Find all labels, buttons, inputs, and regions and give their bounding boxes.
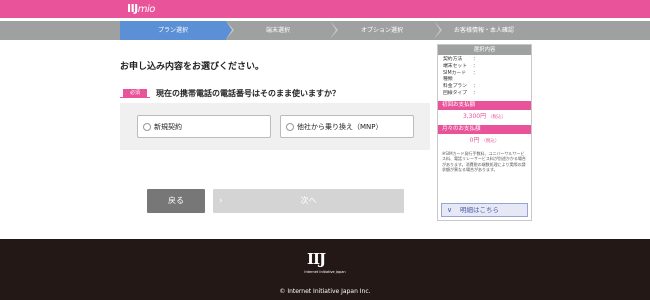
chevron-right-icon: › [219,196,223,206]
step-plan-select: プラン選択 [120,21,234,40]
top-header-bar: IIJmio [0,0,650,18]
iijmio-logo[interactable]: IIJmio [127,2,155,17]
summary-row: 契約方法 ： [443,57,527,64]
summary-row: 回線タイプ ： [443,91,527,98]
step-label: お客様情報・本人確認 [453,27,514,34]
initial-payment-amount: 3,300円 （税込） [438,110,531,125]
step-option-select: オプション選択 [330,21,442,40]
required-underline [120,97,150,98]
step-separator [330,21,336,39]
copyright: © Internet Initiative Japan Inc. [279,288,371,295]
logo-sub-text: mio [137,4,156,15]
option-label: 新規契約 [154,123,182,131]
step-separator [226,21,232,39]
summary-value: ： [473,63,478,69]
summary-key: 回線タイプ [443,90,467,96]
logo-main-text: IIJ [127,2,138,15]
monthly-payment-amount: 0円 （税込） [438,134,531,149]
step-label: プラン選択 [157,27,188,34]
step-customer-info: お客様情報・本人確認 [434,21,534,40]
radio-button[interactable] [143,123,151,131]
radio-button[interactable] [286,123,294,131]
summary-row: SIMカード： [443,71,527,78]
summary-row: 料金プラン ： [443,84,527,91]
summary-list: 契約方法： 端末セット： SIMカード： 種類 料金プラン： 回線タイプ： [438,55,531,98]
summary-value: ： [473,57,478,62]
fee-note: ※SIMカード発行手数料、ユニバーサルサービス料、電話リレーサービス料が別途かか… [442,150,526,173]
details-button[interactable]: ∨ 明細はこちら [441,203,528,217]
question-text: 現在の携帯電話の電話番号はそのまま使いますか？ [156,89,340,98]
next-button[interactable]: › 次へ [213,189,404,213]
step-label: 端末選択 [265,27,290,34]
monthly-amount-value: 0円 [469,136,480,144]
summary-value: ： [473,70,478,76]
progress-steps: プラン選択 端末選択 オプション選択 お客様情報・本人確認 [0,21,650,40]
initial-payment-header: 初回お支払額 [438,100,531,110]
summary-row: 端末セット ： [443,64,527,71]
summary-header: 選択内容 [438,45,531,55]
option-label: 他社から乗り換え（MNP） [297,123,383,131]
summary-key: 契約方法 [443,57,463,62]
summary-key: 料金プラン [443,84,467,90]
back-button[interactable]: 戻る [147,189,205,213]
next-button-label: 次へ [300,196,317,205]
selection-summary-panel: 選択内容 契約方法： 端末セット： SIMカード： 種類 料金プラン： 回線タイ… [437,44,532,221]
footer-logo: IIJ [307,250,326,268]
initial-tax-note: （税込） [488,114,507,120]
question-row: 必須 現在の携帯電話の電話番号はそのまま使いますか？ [120,85,430,103]
details-button-label: 明細はこちら [460,206,499,214]
option-mnp[interactable]: 他社から乗り換え（MNP） [280,115,414,138]
initial-amount-value: 3,300円 [462,112,487,120]
option-new-contract[interactable]: 新規契約 [137,115,271,138]
monthly-payment-header: 月々のお支払額 [438,124,531,134]
step-separator [434,21,440,39]
summary-key: 端末セット [443,63,467,69]
chevron-down-icon: ∨ [447,206,453,214]
footer-logo-subtext: Internet Initiative Japan [304,270,346,274]
step-device-select: 端末選択 [226,21,338,40]
step-label: オプション選択 [360,27,403,34]
summary-value: ： [473,90,478,96]
summary-value: ： [473,84,478,90]
page-title: お申し込み内容をお選びください。 [120,62,265,72]
monthly-tax-note: （税込） [481,138,500,144]
